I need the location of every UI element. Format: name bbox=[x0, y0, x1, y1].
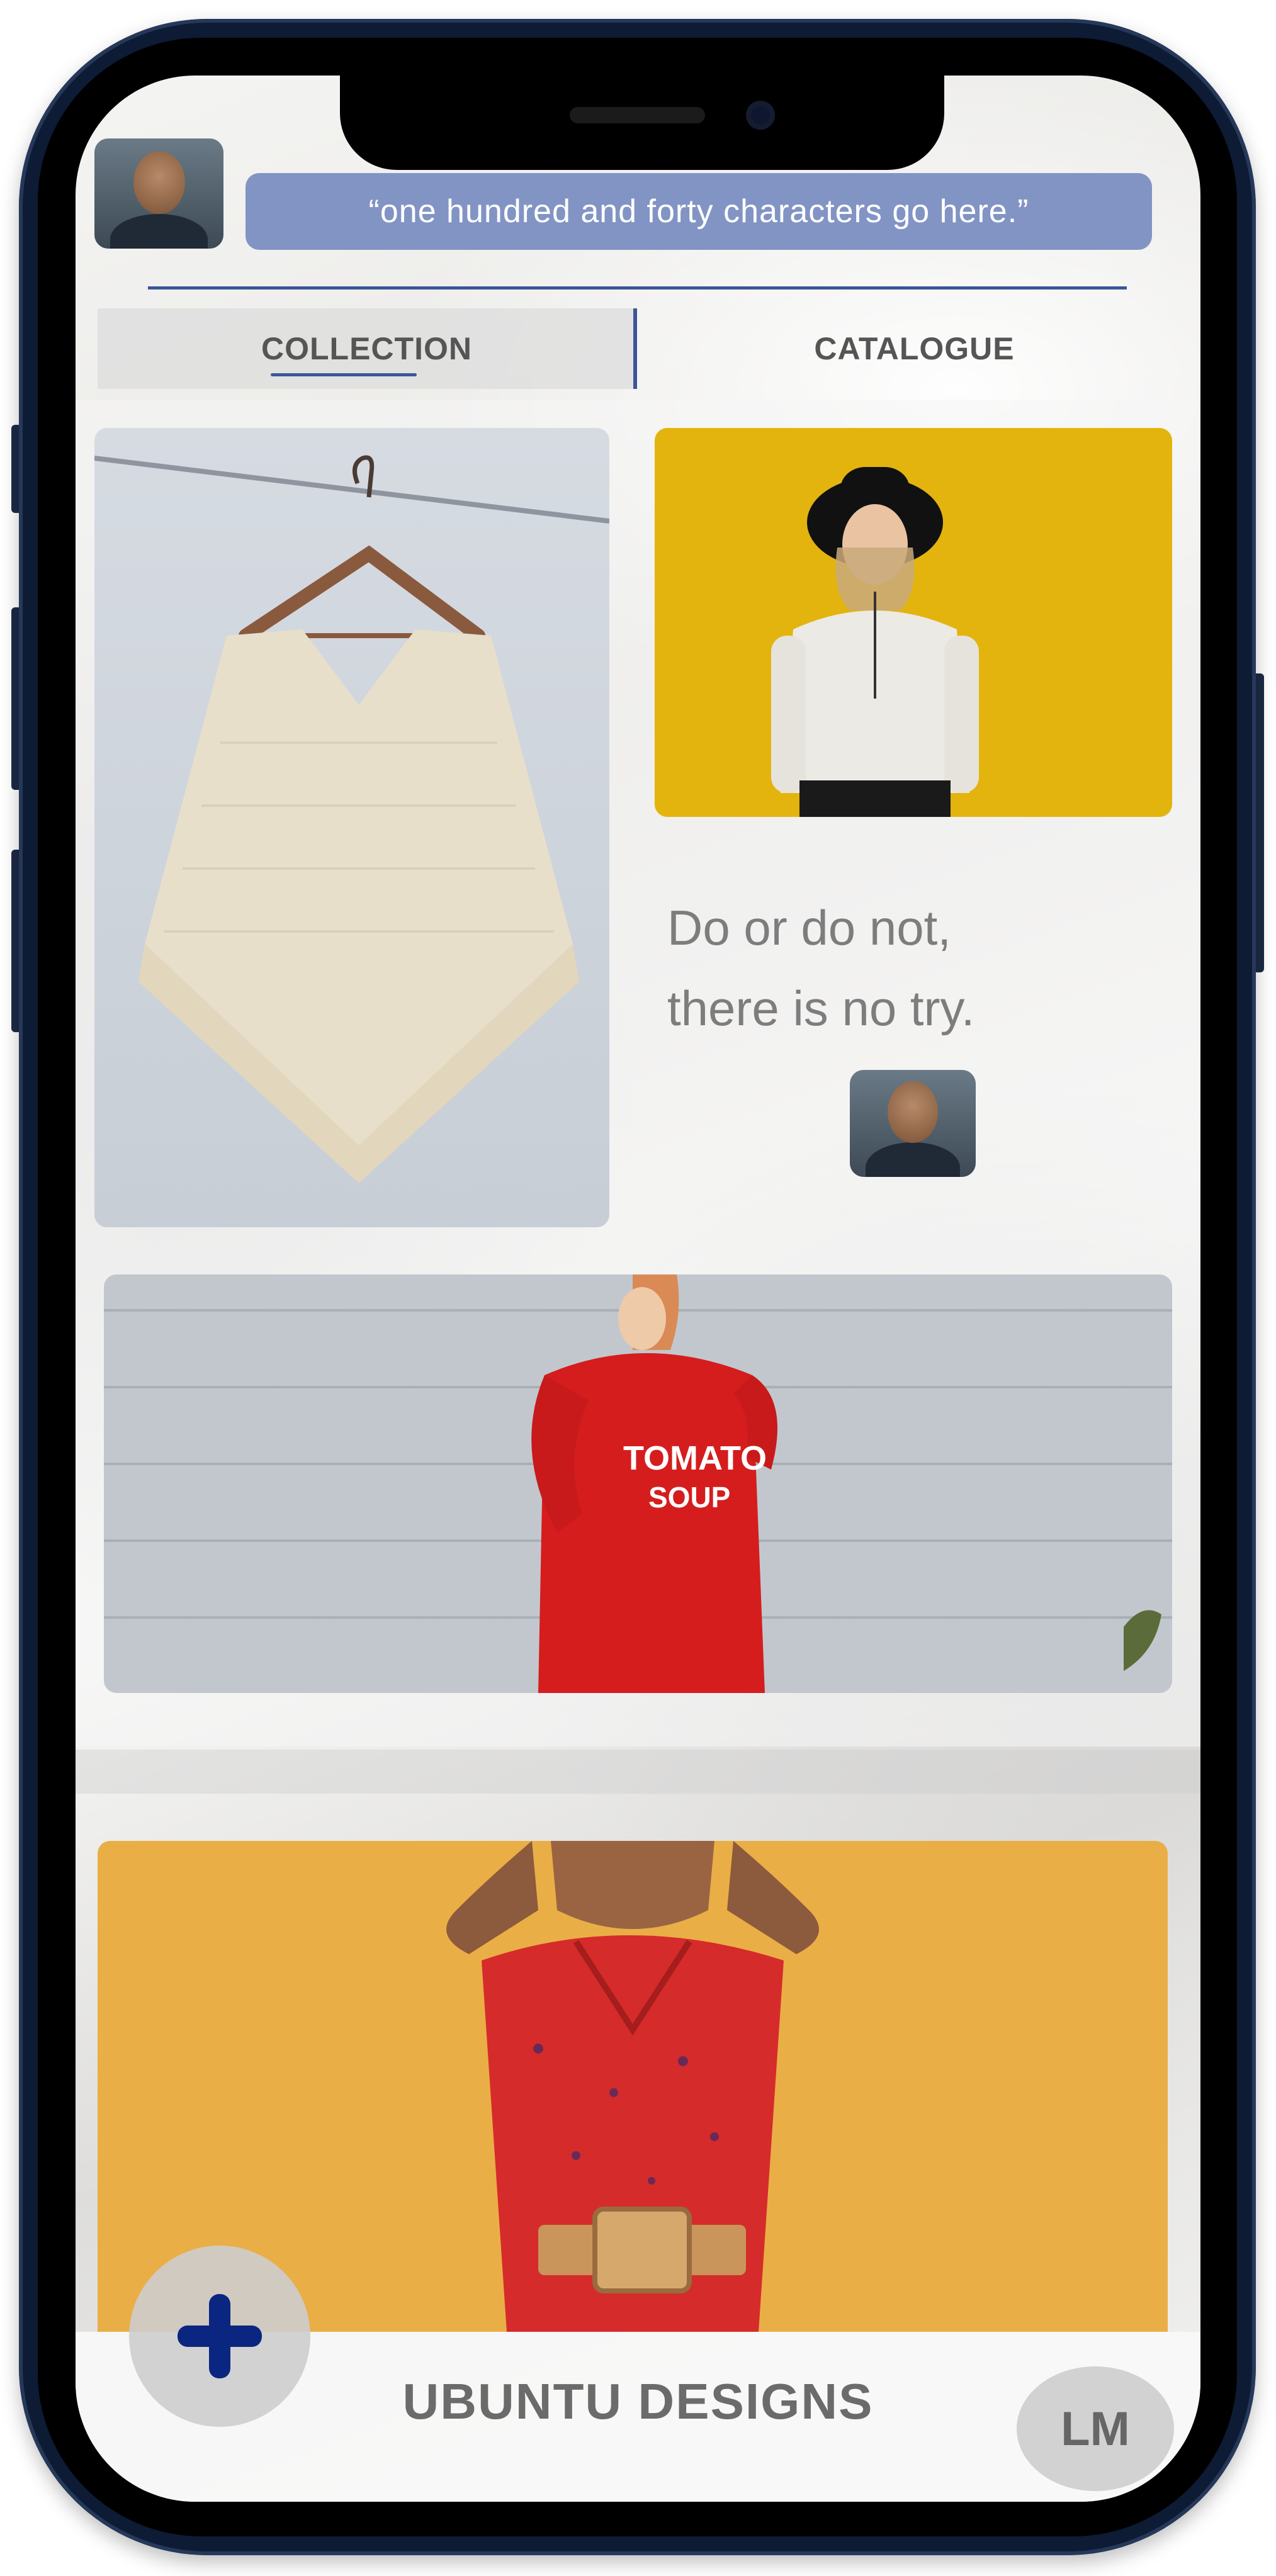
profile-avatar[interactable] bbox=[94, 138, 223, 249]
poncho-illustration bbox=[94, 455, 609, 1183]
device-mockup: “one hundred and forty characters go her… bbox=[0, 0, 1276, 2576]
motivational-quote: Do or do not, there is no try. bbox=[667, 887, 1146, 1049]
tab-collection[interactable]: COLLECTION bbox=[98, 308, 636, 389]
section-divider-band bbox=[76, 1750, 1200, 1794]
sweater-print-line-2: SOUP bbox=[648, 1481, 730, 1514]
poncho-photo-card[interactable] bbox=[94, 428, 609, 1227]
tab-separator bbox=[633, 308, 637, 389]
hat-model-photo-card[interactable] bbox=[655, 428, 1172, 817]
quote-author-avatar[interactable] bbox=[850, 1070, 976, 1177]
status-quote-text: “one hundred and forty characters go her… bbox=[368, 193, 1029, 230]
user-initials-avatar[interactable]: LM bbox=[1017, 2366, 1174, 2491]
app-screen: “one hundred and forty characters go her… bbox=[76, 76, 1200, 2502]
tab-catalogue-label: CATALOGUE bbox=[814, 331, 1015, 366]
plus-icon bbox=[178, 2294, 262, 2378]
user-initials-text: LM bbox=[1061, 2402, 1130, 2456]
hat-model-illustration bbox=[771, 467, 979, 817]
tab-active-indicator bbox=[271, 373, 417, 376]
quote-line-2: there is no try. bbox=[667, 981, 975, 1036]
tomato-model-illustration: TOMATO SOUP bbox=[531, 1274, 1161, 1693]
tomato-sweater-photo-card[interactable]: TOMATO SOUP bbox=[104, 1274, 1172, 1693]
tab-catalogue[interactable]: CATALOGUE bbox=[645, 308, 1183, 389]
header-divider bbox=[148, 286, 1127, 290]
quote-line-1: Do or do not, bbox=[667, 900, 951, 955]
status-quote-bar[interactable]: “one hundred and forty characters go her… bbox=[246, 173, 1152, 250]
sweater-print-line-1: TOMATO bbox=[623, 1439, 767, 1477]
add-post-button[interactable] bbox=[129, 2246, 310, 2427]
tab-collection-label: COLLECTION bbox=[261, 331, 472, 366]
earpiece-speaker bbox=[570, 107, 705, 123]
front-camera-icon bbox=[746, 101, 775, 130]
